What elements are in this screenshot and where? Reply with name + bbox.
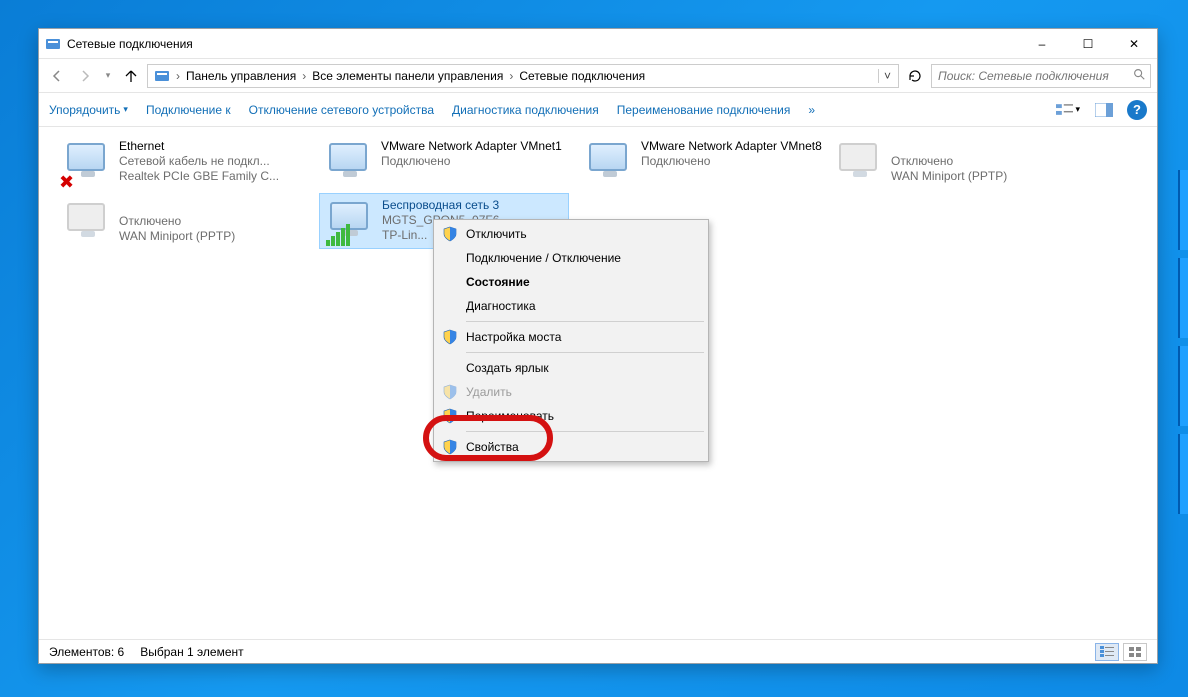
- diagnose-button[interactable]: Диагностика подключения: [452, 103, 599, 117]
- chevron-right-icon: ›: [174, 69, 182, 83]
- rename-connection-button[interactable]: Переименование подключения: [617, 103, 791, 117]
- maximize-button[interactable]: ☐: [1065, 29, 1111, 59]
- more-commands-chevron[interactable]: »: [808, 103, 815, 117]
- connect-to-button[interactable]: Подключение к: [146, 103, 231, 117]
- view-options-button[interactable]: ▾: [1055, 99, 1081, 121]
- command-bar: Упорядочить ▾ Подключение к Отключение с…: [39, 93, 1157, 127]
- breadcrumb-item[interactable]: Все элементы панели управления: [308, 69, 507, 83]
- ctx-properties[interactable]: Свойства: [436, 435, 706, 459]
- ctx-rename[interactable]: Переименовать: [436, 404, 706, 428]
- ctx-diagnose[interactable]: Диагностика: [436, 294, 706, 318]
- connection-item-vmnet8[interactable]: VMware Network Adapter VMnet8 Подключено: [579, 135, 829, 191]
- window-icon: [45, 36, 61, 52]
- close-button[interactable]: ✕: [1111, 29, 1157, 59]
- view-large-button[interactable]: [1123, 643, 1147, 661]
- ctx-state[interactable]: Состояние: [436, 270, 706, 294]
- titlebar: Сетевые подключения – ☐ ✕: [39, 29, 1157, 59]
- up-button[interactable]: [119, 64, 143, 88]
- content-area: ✖ Ethernet Сетевой кабель не подкл... Re…: [39, 127, 1157, 639]
- connection-item-vmnet1[interactable]: VMware Network Adapter VMnet1 Подключено: [319, 135, 569, 191]
- status-selected: Выбран 1 элемент: [140, 645, 243, 659]
- view-details-button[interactable]: [1095, 643, 1119, 661]
- search-icon: [1132, 67, 1146, 84]
- taskview-edge: [1178, 170, 1188, 570]
- forward-button[interactable]: [73, 64, 97, 88]
- back-button[interactable]: [45, 64, 69, 88]
- breadcrumb-dropdown[interactable]: ˅: [878, 69, 896, 83]
- connection-item-ethernet[interactable]: ✖ Ethernet Сетевой кабель не подкл... Re…: [57, 135, 307, 191]
- ctx-disconnect[interactable]: Отключить: [436, 222, 706, 246]
- ctx-shortcut[interactable]: Создать ярлык: [436, 356, 706, 380]
- ctx-connect-toggle[interactable]: Подключение / Отключение: [436, 246, 706, 270]
- shield-icon: [442, 226, 458, 242]
- location-icon: [154, 68, 170, 84]
- refresh-button[interactable]: [903, 64, 927, 88]
- wifi-signal-icon: [326, 224, 350, 246]
- status-item-count: Элементов: 6: [49, 645, 124, 659]
- breadcrumb-item[interactable]: Сетевые подключения: [515, 69, 649, 83]
- ctx-separator: [466, 321, 704, 322]
- ctx-separator: [466, 431, 704, 432]
- search-box[interactable]: [931, 64, 1151, 88]
- explorer-window: Сетевые подключения – ☐ ✕ ▾ › Панель упр…: [38, 28, 1158, 664]
- ctx-delete: Удалить: [436, 380, 706, 404]
- shield-icon: [442, 384, 458, 400]
- status-bar: Элементов: 6 Выбран 1 элемент: [39, 639, 1157, 663]
- help-button[interactable]: ?: [1127, 100, 1147, 120]
- minimize-button[interactable]: –: [1019, 29, 1065, 59]
- disable-device-button[interactable]: Отключение сетевого устройства: [249, 103, 434, 117]
- ctx-bridge[interactable]: Настройка моста: [436, 325, 706, 349]
- breadcrumb[interactable]: › Панель управления › Все элементы панел…: [147, 64, 899, 88]
- shield-icon: [442, 439, 458, 455]
- connection-item-wan1[interactable]: Отключено WAN Miniport (PPTP): [829, 135, 1079, 191]
- organize-menu[interactable]: Упорядочить ▾: [49, 103, 128, 117]
- navigation-bar: ▾ › Панель управления › Все элементы пан…: [39, 59, 1157, 93]
- connection-item-wan2[interactable]: Отключено WAN Miniport (PPTP): [57, 195, 307, 251]
- shield-icon: [442, 408, 458, 424]
- recent-dropdown[interactable]: ▾: [101, 64, 115, 88]
- breadcrumb-item[interactable]: Панель управления: [182, 69, 300, 83]
- ctx-separator: [466, 352, 704, 353]
- context-menu: Отключить Подключение / Отключение Состо…: [433, 219, 709, 462]
- search-input[interactable]: [936, 68, 1132, 84]
- preview-pane-button[interactable]: [1091, 99, 1117, 121]
- window-title: Сетевые подключения: [67, 37, 193, 51]
- shield-icon: [442, 329, 458, 345]
- error-overlay-icon: ✖: [59, 172, 74, 193]
